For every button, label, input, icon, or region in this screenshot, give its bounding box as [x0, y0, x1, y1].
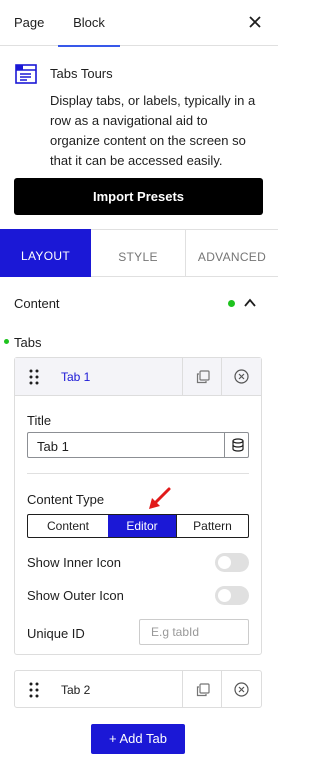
tab-item-header[interactable]: Tab 1	[15, 358, 261, 396]
close-icon[interactable]	[246, 13, 264, 31]
tab-item-header[interactable]: Tab 2	[14, 670, 262, 708]
tabs-status-dot	[4, 339, 9, 344]
content-type-editor[interactable]: Editor	[108, 515, 176, 537]
remove-circle-icon[interactable]	[234, 369, 249, 384]
sidebar-header: Page Block	[0, 0, 278, 47]
tab-block[interactable]: Block	[58, 0, 120, 47]
status-dot	[228, 300, 235, 307]
tab-item-name[interactable]: Tab 2	[61, 683, 90, 697]
drag-handle-icon[interactable]	[29, 682, 39, 698]
tab-layout[interactable]: LAYOUT	[0, 229, 91, 277]
tab-advanced[interactable]: ADVANCED	[185, 229, 278, 277]
drag-handle-icon[interactable]	[29, 369, 39, 385]
panel-tabs: LAYOUT STYLE ADVANCED	[0, 229, 278, 277]
import-presets-button[interactable]: Import Presets	[14, 178, 263, 215]
database-icon[interactable]	[232, 438, 244, 452]
title-field-value: Tab 1	[37, 439, 69, 454]
content-type-content[interactable]: Content	[28, 515, 108, 537]
duplicate-icon[interactable]	[196, 370, 210, 384]
annotation-arrow-icon	[149, 487, 171, 509]
show-inner-icon-label: Show Inner Icon	[27, 555, 121, 570]
block-description: Display tabs, or labels, typically in a …	[50, 93, 256, 168]
show-inner-icon-toggle[interactable]	[215, 553, 249, 572]
title-label: Title	[27, 413, 52, 428]
divider	[27, 473, 249, 474]
unique-id-field[interactable]: E.g tabId	[139, 619, 249, 645]
tabs-label: Tabs	[14, 335, 42, 350]
content-type-selector: Content Editor Pattern	[27, 514, 249, 538]
title-field[interactable]: Tab 1	[27, 432, 249, 458]
chevron-up-icon[interactable]	[243, 296, 257, 310]
divider	[221, 671, 222, 707]
divider	[224, 433, 225, 457]
tabs-block-icon	[15, 64, 37, 84]
tab-style[interactable]: STYLE	[91, 229, 185, 277]
remove-circle-icon[interactable]	[234, 682, 249, 697]
tab-item-panel: Tab 1 Title Tab 1 Content Type Content E…	[14, 357, 262, 655]
unique-id-label: Unique ID	[27, 626, 85, 641]
tab-page[interactable]: Page	[14, 0, 44, 46]
tab-item-name[interactable]: Tab 1	[61, 370, 90, 384]
divider	[221, 358, 222, 396]
add-tab-button[interactable]: + Add Tab	[91, 724, 185, 754]
content-type-label: Content Type	[27, 492, 105, 507]
divider	[182, 671, 183, 707]
content-section-header[interactable]: Content	[14, 294, 264, 314]
show-outer-icon-label: Show Outer Icon	[27, 588, 124, 603]
content-type-pattern[interactable]: Pattern	[176, 515, 248, 537]
divider	[182, 358, 183, 396]
content-section-title: Content	[14, 296, 60, 311]
show-outer-icon-toggle[interactable]	[215, 586, 249, 605]
block-title: Tabs Tours	[50, 66, 113, 81]
duplicate-icon[interactable]	[196, 683, 210, 697]
